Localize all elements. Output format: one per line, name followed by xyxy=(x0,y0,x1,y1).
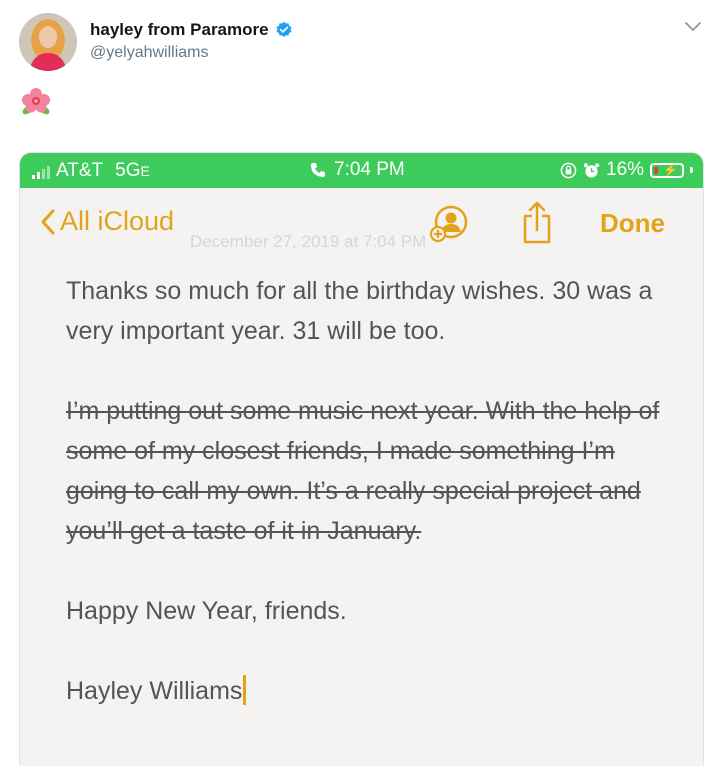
handle[interactable]: @yelyahwilliams xyxy=(90,44,209,62)
display-name-text[interactable]: hayley from Paramore xyxy=(90,20,269,40)
phone-call-icon xyxy=(311,163,325,177)
note-spacer xyxy=(66,351,676,391)
note-paragraph-strikethrough: I’m putting out some music next year. Wi… xyxy=(66,397,660,545)
battery-percent: 16% xyxy=(606,159,645,180)
alarm-icon xyxy=(583,162,600,178)
hibiscus-icon xyxy=(22,88,50,115)
tweet-header: hayley from Paramore @yelyahwilliams xyxy=(0,0,720,90)
note-paragraph-3: Happy New Year, friends. xyxy=(66,597,347,625)
add-people-icon[interactable] xyxy=(429,204,469,244)
status-center: 7:04 PM xyxy=(310,159,405,181)
note-date: December 27, 2019 at 7:04 PM xyxy=(190,232,427,251)
verified-badge-icon xyxy=(276,21,292,38)
status-right: 16% ⚡ xyxy=(560,159,694,181)
note-paragraph-1: Thanks so much for all the birthday wish… xyxy=(66,277,653,345)
network-label: 5GE xyxy=(115,160,150,182)
avatar[interactable] xyxy=(19,13,77,71)
avatar-image xyxy=(19,13,77,71)
note-body[interactable]: Thanks so much for all the birthday wish… xyxy=(66,271,676,711)
battery-tip xyxy=(690,167,694,173)
text-cursor xyxy=(243,675,247,705)
status-bar: AT&T 5GE 7:04 PM 16% ⚡ xyxy=(20,153,703,188)
signal-icon xyxy=(32,163,50,179)
note-signature-line: Hayley Williams xyxy=(66,671,676,711)
display-name[interactable]: hayley from Paramore xyxy=(90,20,293,40)
note-spacer xyxy=(66,631,676,671)
back-button-label[interactable]: All iCloud xyxy=(60,206,174,237)
chevron-down-icon[interactable] xyxy=(684,20,702,34)
clock-label: 7:04 PM xyxy=(334,159,405,180)
back-button[interactable]: All iCloud xyxy=(40,206,174,237)
network-text: 5G xyxy=(115,160,141,181)
done-button[interactable]: Done xyxy=(600,208,665,239)
charging-bolt-icon: ⚡ xyxy=(663,162,678,177)
orientation-lock-icon xyxy=(560,162,577,178)
chevron-left-icon xyxy=(41,209,55,234)
battery-fill xyxy=(654,166,659,174)
tweet-media-screenshot[interactable]: AT&T 5GE 7:04 PM 16% ⚡ All iCloud Done D… xyxy=(19,152,704,766)
network-suffix: E xyxy=(140,163,150,179)
note-spacer xyxy=(66,551,676,591)
carrier-label: AT&T xyxy=(56,160,104,181)
status-left: AT&T 5GE xyxy=(32,160,150,182)
note-signature: Hayley Williams xyxy=(66,677,243,705)
share-icon[interactable] xyxy=(520,200,554,244)
battery-icon: ⚡ xyxy=(650,162,685,178)
